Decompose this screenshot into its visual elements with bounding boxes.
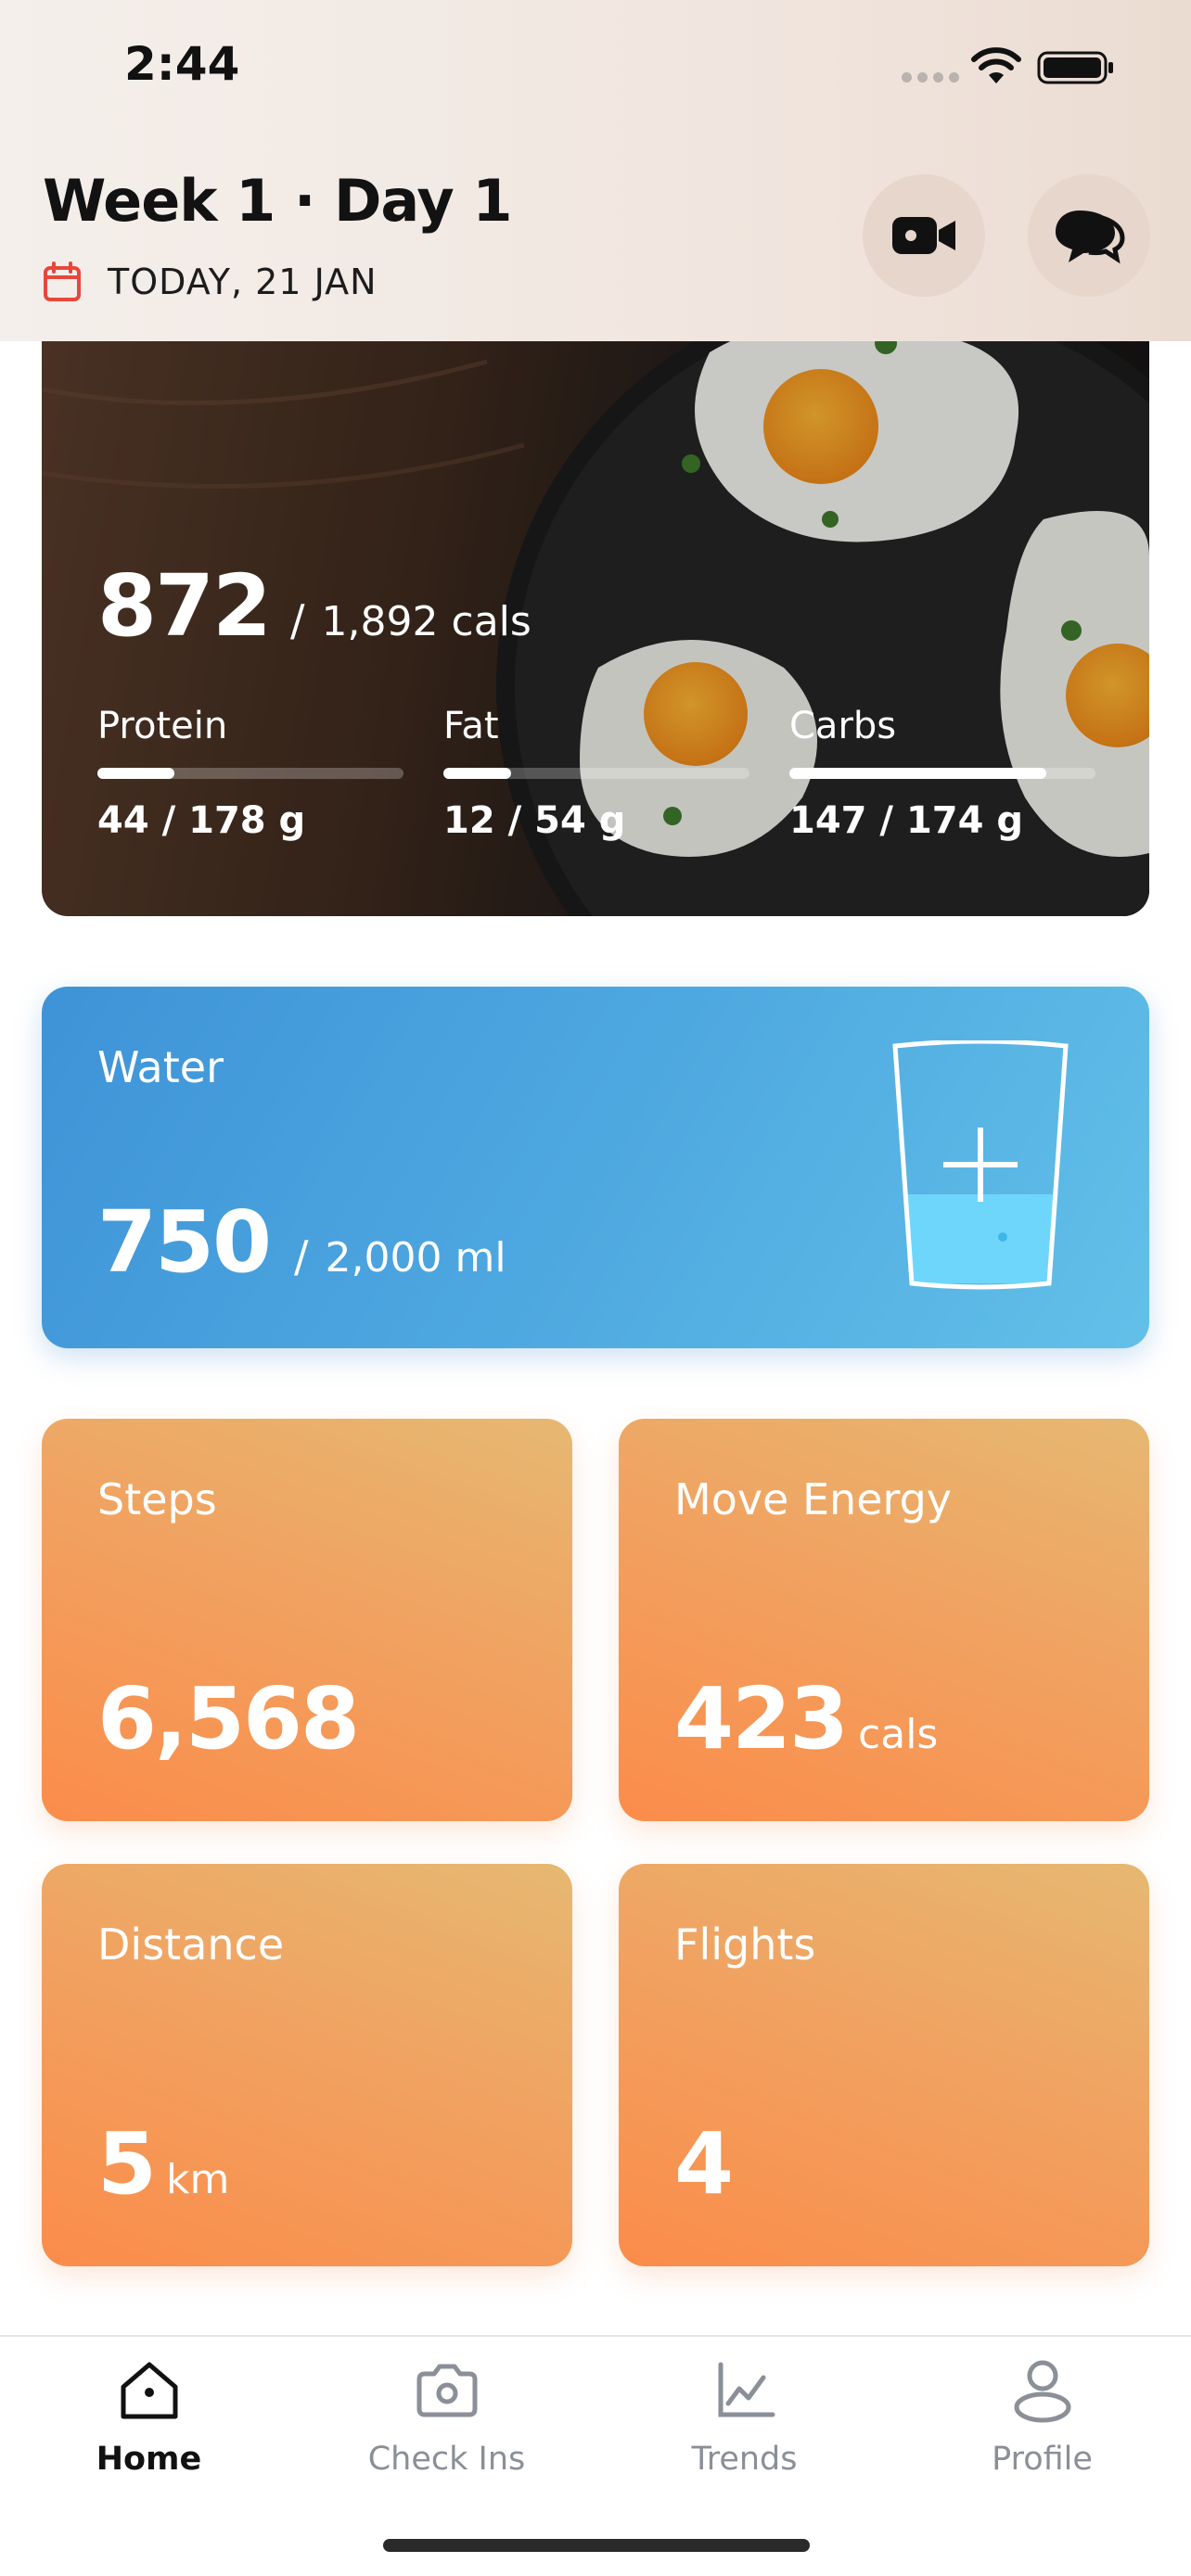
steps-tile[interactable]: Steps 6,568 [42,1419,572,1821]
macro-value: 12 / 54 g [443,799,626,842]
wifi-icon [971,47,1021,83]
separator: / [290,595,305,645]
tile-value-row: 6,568 [97,1669,360,1768]
tile-value: 5 [97,2114,157,2213]
tile-value: 423 [674,1669,849,1768]
tile-value-row: 423 cals [674,1669,938,1768]
macro-carbs: Carbs 147 / 174 g [789,705,1095,842]
calories-goal: 1,892 cals [321,598,531,645]
macro-label: Protein [97,705,228,747]
date-row[interactable]: TODAY, 21 JAN [43,261,378,302]
separator: / [294,1231,309,1282]
tab-label: Home [96,2441,202,2478]
tab-profile[interactable]: Profile [893,2337,1191,2522]
page-title: Week 1 · Day 1 [43,167,512,235]
home-icon [121,2362,177,2419]
macro-progress-fill [789,768,1047,779]
macro-value: 147 / 174 g [789,799,1024,842]
water-label: Water [97,1042,224,1092]
water-goal: 2,000 ml [325,1234,506,1282]
tile-label: Distance [97,1919,285,1970]
water-amount: 750 [97,1192,272,1292]
video-icon [892,217,955,254]
tab-check-ins[interactable]: Check Ins [298,2337,596,2522]
video-call-button[interactable] [863,174,985,297]
nutrition-card[interactable]: 872 / 1,892 cals Protein 44 / 178 g Fat … [42,278,1149,916]
tile-unit: km [166,2156,230,2203]
macro-progress-fill [97,768,174,779]
tile-value: 4 [674,2114,734,2213]
water-summary: 750 / 2,000 ml [97,1192,506,1292]
tab-label: Check Ins [367,2441,526,2478]
calorie-summary: 872 / 1,892 cals [97,556,531,656]
tab-label: Profile [992,2441,1093,2478]
tile-value-row: 5 km [97,2114,229,2213]
tile-label: Flights [674,1919,816,1970]
move-energy-tile[interactable]: Move Energy 423 cals [619,1419,1149,1821]
distance-tile[interactable]: Distance 5 km [42,1864,572,2266]
calories-consumed: 872 [97,556,272,656]
macro-progress-track [97,768,403,779]
date-label: TODAY, 21 JAN [108,261,378,302]
macro-progress-fill [443,768,511,779]
tile-unit: cals [858,1711,939,1758]
macro-fat: Fat 12 / 54 g [443,705,749,842]
macro-value: 44 / 178 g [97,799,306,842]
camera-icon [416,2364,477,2417]
macro-label: Fat [443,705,499,747]
chat-icon [1056,210,1125,264]
macro-protein: Protein 44 / 178 g [97,705,403,842]
tile-value: 6,568 [97,1669,360,1768]
cellular-signal-icon [902,72,959,83]
home-indicator[interactable] [383,2539,810,2552]
macro-progress-track [443,768,749,779]
battery-icon [1037,51,1113,84]
flights-tile[interactable]: Flights 4 [619,1864,1149,2266]
macro-label: Carbs [789,705,897,747]
tab-label: Trends [691,2441,798,2478]
macro-progress-track [789,768,1095,779]
add-water-glass-icon[interactable] [888,1040,1073,1293]
calendar-icon [44,261,81,301]
status-time: 2:44 [124,37,240,91]
header: 2:44 Week 1 · Day 1 TODAY, 21 JAN [0,0,1191,341]
tile-value-row: 4 [674,2114,734,2213]
tab-home[interactable]: Home [0,2337,298,2522]
water-card[interactable]: Water 750 / 2,000 ml [42,987,1149,1348]
trends-icon [718,2362,775,2417]
tab-trends[interactable]: Trends [596,2337,893,2522]
profile-icon [1014,2360,1070,2423]
chat-button[interactable] [1028,174,1150,297]
tile-label: Move Energy [674,1474,953,1524]
tile-label: Steps [97,1474,217,1524]
